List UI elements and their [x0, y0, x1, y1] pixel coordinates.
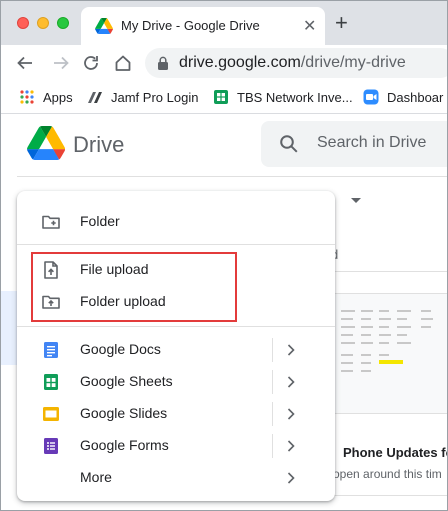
submenu-separator — [272, 402, 273, 426]
submenu-separator — [272, 338, 273, 362]
menu-item-google-sheets[interactable]: Google Sheets — [17, 366, 335, 398]
caret-down-icon[interactable] — [351, 198, 361, 203]
menu-item-more[interactable]: More — [17, 462, 335, 494]
home-icon[interactable] — [113, 53, 133, 73]
bookmark-apps[interactable]: Apps — [19, 87, 73, 107]
spreadsheet-preview — [341, 310, 433, 372]
bookmark-label: Dashboar — [387, 89, 444, 105]
chevron-right-icon[interactable] — [287, 471, 295, 485]
menu-item-label: Folder — [80, 213, 120, 229]
bookmarks-bar: Apps Jamf Pro Login TBS Network Inve... … — [1, 81, 447, 114]
back-arrow-icon[interactable] — [15, 53, 35, 73]
chevron-right-icon[interactable] — [287, 343, 295, 357]
search-input[interactable]: Search in Drive — [317, 134, 426, 152]
menu-item-google-slides[interactable]: Google Slides — [17, 398, 335, 430]
chevron-right-icon[interactable] — [287, 439, 295, 453]
bookmark-tbs-network[interactable]: TBS Network Inve... — [213, 87, 353, 107]
google-slides-icon — [43, 407, 59, 421]
minimize-window-button[interactable] — [37, 17, 49, 29]
bookmark-dashboard[interactable]: Dashboar — [363, 87, 443, 107]
reload-icon[interactable] — [81, 53, 101, 73]
chevron-right-icon[interactable] — [287, 375, 295, 389]
google-forms-icon — [44, 438, 58, 454]
bookmark-jamf[interactable]: Jamf Pro Login — [87, 87, 198, 107]
search-icon[interactable] — [279, 134, 299, 154]
bookmark-label: Apps — [43, 89, 73, 105]
divider — [331, 413, 447, 414]
jamf-icon — [88, 92, 102, 103]
menu-item-folder[interactable]: Folder — [17, 206, 335, 238]
close-window-button[interactable] — [17, 17, 29, 29]
divider — [331, 495, 447, 496]
zoom-icon — [363, 89, 379, 105]
google-docs-icon — [44, 342, 58, 358]
browser-toolbar: drive.google.com/drive/my-drive — [1, 45, 447, 81]
new-tab-button[interactable]: + — [335, 12, 348, 34]
search-box[interactable]: Search in Drive — [261, 121, 447, 167]
divider — [331, 271, 447, 272]
sheets-icon — [214, 90, 228, 104]
new-folder-icon — [42, 215, 60, 229]
menu-item-label: More — [80, 469, 112, 485]
google-drive-logo-icon[interactable] — [27, 126, 65, 160]
browser-window: My Drive - Google Drive ✕ + drive.google… — [0, 0, 448, 511]
tab-close-icon[interactable]: ✕ — [303, 16, 316, 36]
tab-strip: My Drive - Google Drive ✕ + — [1, 1, 447, 45]
menu-divider — [17, 244, 335, 245]
url-text: drive.google.com/drive/my-drive — [179, 54, 406, 72]
tab-title: My Drive - Google Drive — [121, 18, 260, 33]
url-host: drive.google.com — [179, 54, 301, 71]
menu-item-google-forms[interactable]: Google Forms — [17, 430, 335, 462]
zoom-window-button[interactable] — [57, 17, 69, 29]
bookmark-label: Jamf Pro Login — [111, 89, 199, 105]
upload-highlight-box — [31, 252, 237, 322]
drive-title: Drive — [73, 132, 125, 157]
menu-item-label: Google Sheets — [80, 373, 173, 389]
file-card-title[interactable]: Phone Updates fo — [343, 445, 447, 460]
menu-item-label: Google Docs — [80, 341, 161, 357]
menu-item-google-docs[interactable]: Google Docs — [17, 334, 335, 366]
url-path: /drive/my-drive — [300, 54, 406, 71]
apps-grid-icon — [20, 90, 34, 104]
bookmark-label: TBS Network Inve... — [237, 89, 353, 105]
submenu-separator — [272, 434, 273, 458]
menu-item-label: Google Forms — [80, 437, 169, 453]
new-item-menu: Folder File upload Folder upload Google … — [17, 191, 335, 501]
submenu-separator — [272, 370, 273, 394]
file-card-subtitle: open around this tim — [333, 467, 442, 481]
google-drive-favicon-icon — [95, 18, 113, 34]
chevron-right-icon[interactable] — [287, 407, 295, 421]
drive-header: Drive Search in Drive — [1, 114, 447, 177]
file-thumbnail[interactable] — [331, 293, 447, 414]
lock-icon[interactable] — [157, 56, 169, 70]
google-sheets-icon — [44, 374, 58, 390]
sidebar-selected-item — [1, 291, 17, 365]
menu-divider — [17, 326, 335, 327]
menu-item-label: Google Slides — [80, 405, 168, 421]
address-bar[interactable]: drive.google.com/drive/my-drive — [145, 48, 447, 78]
forward-arrow-icon[interactable] — [51, 53, 71, 73]
tab-my-drive[interactable]: My Drive - Google Drive ✕ — [81, 7, 325, 45]
